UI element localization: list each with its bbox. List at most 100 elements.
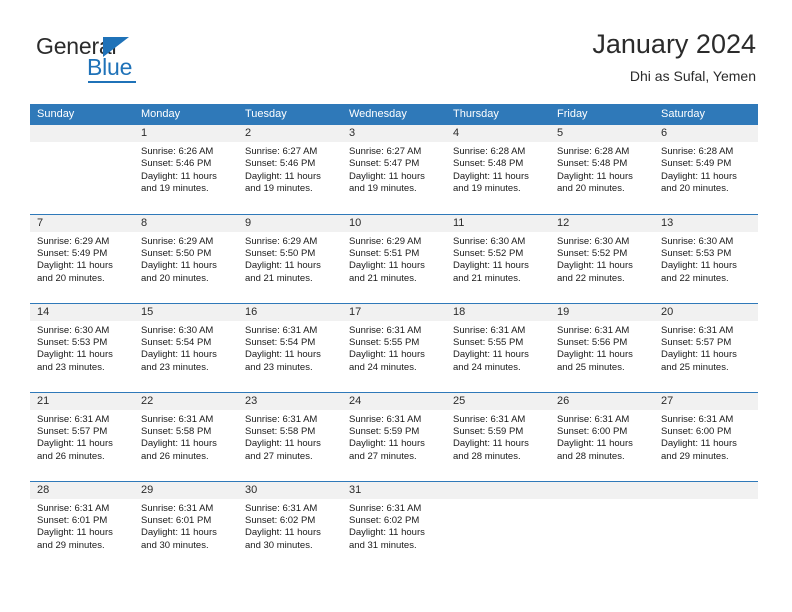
calendar-day-cell[interactable]: 22 Sunrise: 6:31 AM Sunset: 5:58 PM Dayligh… (134, 391, 238, 481)
sunset-text: Sunset: 5:55 PM (453, 336, 524, 348)
calendar-day-cell[interactable]: 19 Sunrise: 6:31 AM Sunset: 5:56 PM Dayligh… (550, 302, 654, 392)
calendar-day-cell[interactable]: 20 Sunrise: 6:31 AM Sunset: 5:57 PM Dayligh… (654, 302, 758, 392)
day-info: Sunrise: 6:27 AM Sunset: 5:47 PM Daylight:… (342, 142, 446, 196)
daylight-text-line1: Daylight: 11 hours (661, 438, 737, 450)
day-number: 30 (238, 481, 342, 499)
calendar-cell-inner: 7 Sunrise: 6:29 AM Sunset: 5:49 PM Daylight… (30, 214, 134, 303)
daylight-text-line2: and 22 minutes. (661, 272, 729, 284)
calendar-day-cell[interactable]: 16 Sunrise: 6:31 AM Sunset: 5:54 PM Dayligh… (238, 302, 342, 392)
day-number (30, 125, 134, 142)
daylight-text-line2: and 21 minutes. (245, 272, 313, 284)
calendar-day-cell[interactable]: 2 Sunrise: 6:27 AM Sunset: 5:46 PM Daylight… (238, 125, 342, 214)
calendar-day-cell[interactable]: 23 Sunrise: 6:31 AM Sunset: 5:58 PM Dayligh… (238, 391, 342, 481)
calendar-day-cell[interactable]: 30 Sunrise: 6:31 AM Sunset: 6:02 PM Dayligh… (238, 480, 342, 570)
calendar-cell-inner: 28 Sunrise: 6:31 AM Sunset: 6:01 PM Dayligh… (30, 481, 134, 571)
calendar-day-cell[interactable]: 24 Sunrise: 6:31 AM Sunset: 5:59 PM Dayligh… (342, 391, 446, 481)
weekday-header-saturday: Saturday (654, 104, 758, 125)
sunset-text: Sunset: 5:49 PM (37, 247, 108, 259)
day-number: 2 (238, 125, 342, 142)
day-info: Sunrise: 6:30 AM Sunset: 5:52 PM Daylight:… (446, 232, 550, 286)
calendar-day-cell[interactable]: 31 Sunrise: 6:31 AM Sunset: 6:02 PM Dayligh… (342, 480, 446, 570)
calendar-day-cell[interactable]: 11 Sunrise: 6:30 AM Sunset: 5:52 PM Dayligh… (446, 213, 550, 303)
calendar-cell-inner: 5 Sunrise: 6:28 AM Sunset: 5:48 PM Daylight… (550, 125, 654, 214)
calendar-day-cell[interactable]: 10 Sunrise: 6:29 AM Sunset: 5:51 PM Dayligh… (342, 213, 446, 303)
day-info: Sunrise: 6:27 AM Sunset: 5:46 PM Daylight:… (238, 142, 342, 196)
calendar-day-cell[interactable]: 5 Sunrise: 6:28 AM Sunset: 5:48 PM Daylight… (550, 125, 654, 214)
daylight-text-line2: and 21 minutes. (453, 272, 521, 284)
sunrise-text: Sunrise: 6:28 AM (557, 146, 630, 157)
calendar-day-cell[interactable]: 29 Sunrise: 6:31 AM Sunset: 6:01 PM Dayligh… (134, 480, 238, 571)
sunset-text: Sunset: 5:52 PM (453, 247, 524, 259)
day-number: 27 (654, 392, 758, 410)
calendar-day-cell[interactable]: 1 Sunrise: 6:26 AM Sunset: 5:46 PM Daylight… (134, 125, 238, 214)
day-info: Sunrise: 6:31 AM Sunset: 5:58 PM Daylight:… (134, 410, 238, 464)
sunset-text: Sunset: 5:59 PM (349, 425, 420, 437)
sunset-text: Sunset: 5:53 PM (37, 336, 108, 348)
day-number: 29 (134, 481, 238, 499)
sunset-text: Sunset: 5:46 PM (141, 158, 212, 170)
daylight-text-line2: and 19 minutes. (141, 183, 209, 195)
calendar-cell-empty (446, 480, 550, 570)
page-subtitle: Dhi as Sufal, Yemen (629, 68, 756, 84)
calendar-day-cell[interactable]: 25 Sunrise: 6:31 AM Sunset: 5:59 PM Dayligh… (446, 391, 550, 481)
calendar-cell-inner: 13 Sunrise: 6:30 AM Sunset: 5:53 PM Dayligh… (654, 214, 758, 303)
daylight-text-line1: Daylight: 11 hours (141, 349, 217, 361)
calendar-day-cell[interactable]: 6 Sunrise: 6:28 AM Sunset: 5:49 PM Daylight… (654, 125, 758, 214)
calendar-day-cell[interactable]: 8 Sunrise: 6:29 AM Sunset: 5:50 PM Daylight… (134, 213, 238, 303)
daylight-text-line2: and 25 minutes. (661, 361, 729, 373)
sunrise-text: Sunrise: 6:31 AM (453, 324, 526, 336)
calendar-day-cell[interactable]: 15 Sunrise: 6:30 AM Sunset: 5:54 PM Dayligh… (134, 302, 238, 392)
day-info: Sunrise: 6:30 AM Sunset: 5:53 PM Daylight:… (654, 232, 758, 286)
calendar-cell-inner: 20 Sunrise: 6:31 AM Sunset: 5:57 PM Dayligh… (654, 303, 758, 392)
calendar-day-cell[interactable]: 9 Sunrise: 6:29 AM Sunset: 5:50 PM Daylight… (238, 213, 342, 303)
daylight-text-line2: and 19 minutes. (349, 183, 417, 195)
calendar-cell-inner: 24 Sunrise: 6:31 AM Sunset: 5:59 PM Dayligh… (342, 392, 446, 481)
calendar-cell-inner: 8 Sunrise: 6:29 AM Sunset: 5:50 PM Daylight… (134, 214, 238, 303)
calendar-week-row: 28 Sunrise: 6:31 AM Sunset: 6:01 PM Dayligh… (30, 480, 758, 571)
day-info: Sunrise: 6:29 AM Sunset: 5:50 PM Daylight:… (134, 232, 238, 286)
day-info: Sunrise: 6:31 AM Sunset: 6:00 PM Daylight:… (654, 410, 758, 464)
daylight-text-line1: Daylight: 11 hours (245, 527, 321, 539)
daylight-text-line2: and 23 minutes. (245, 361, 313, 373)
daylight-text-line1: Daylight: 11 hours (349, 349, 425, 361)
day-number: 24 (342, 392, 446, 410)
day-info: Sunrise: 6:29 AM Sunset: 5:50 PM Daylight:… (238, 232, 342, 286)
day-number (446, 481, 550, 499)
calendar-day-cell[interactable]: 4 Sunrise: 6:28 AM Sunset: 5:48 PM Daylight… (446, 125, 550, 214)
calendar-day-cell[interactable]: 17 Sunrise: 6:31 AM Sunset: 5:55 PM Dayligh… (342, 302, 446, 392)
calendar-day-cell[interactable]: 14 Sunrise: 6:30 AM Sunset: 5:53 PM Dayligh… (30, 302, 134, 392)
sunrise-text: Sunrise: 6:30 AM (37, 324, 110, 336)
calendar-day-cell[interactable]: 28 Sunrise: 6:31 AM Sunset: 6:01 PM Dayligh… (30, 480, 134, 571)
weekday-header-monday: Monday (134, 104, 238, 125)
calendar-day-cell[interactable]: 3 Sunrise: 6:27 AM Sunset: 5:47 PM Daylight… (342, 125, 446, 214)
sunset-text: Sunset: 6:01 PM (37, 514, 108, 526)
day-number: 12 (550, 214, 654, 232)
calendar-day-cell[interactable]: 7 Sunrise: 6:29 AM Sunset: 5:49 PM Daylight… (30, 213, 134, 303)
daylight-text-line2: and 28 minutes. (557, 450, 625, 462)
daylight-text-line2: and 22 minutes. (557, 272, 625, 284)
daylight-text-line2: and 20 minutes. (141, 272, 209, 284)
calendar-day-cell[interactable]: 18 Sunrise: 6:31 AM Sunset: 5:55 PM Dayligh… (446, 302, 550, 392)
day-number: 28 (30, 481, 134, 499)
calendar-cell-inner: 12 Sunrise: 6:30 AM Sunset: 5:52 PM Dayligh… (550, 214, 654, 303)
calendar-cell-inner: 29 Sunrise: 6:31 AM Sunset: 6:01 PM Dayligh… (134, 481, 238, 571)
day-number: 10 (342, 214, 446, 232)
calendar-day-cell[interactable]: 12 Sunrise: 6:30 AM Sunset: 5:52 PM Dayligh… (550, 213, 654, 303)
calendar-day-cell[interactable]: 26 Sunrise: 6:31 AM Sunset: 6:00 PM Dayligh… (550, 391, 654, 481)
day-info: Sunrise: 6:31 AM Sunset: 5:59 PM Daylight:… (342, 410, 446, 464)
logo-underline (88, 81, 136, 83)
sunset-text: Sunset: 5:49 PM (661, 158, 732, 170)
calendar-day-cell[interactable]: 13 Sunrise: 6:30 AM Sunset: 5:53 PM Dayligh… (654, 213, 758, 303)
calendar-cell-inner: 4 Sunrise: 6:28 AM Sunset: 5:48 PM Daylight… (446, 125, 550, 214)
day-number: 6 (654, 125, 758, 142)
sunset-text: Sunset: 5:58 PM (141, 425, 212, 437)
daylight-text-line2: and 30 minutes. (245, 539, 313, 551)
day-info: Sunrise: 6:28 AM Sunset: 5:48 PM Daylight:… (550, 142, 654, 196)
calendar-day-cell[interactable]: 27 Sunrise: 6:31 AM Sunset: 6:00 PM Dayligh… (654, 391, 758, 481)
day-number: 31 (342, 481, 446, 499)
calendar-cell-inner (30, 125, 134, 214)
calendar-day-cell[interactable]: 21 Sunrise: 6:31 AM Sunset: 5:57 PM Dayligh… (30, 391, 134, 481)
daylight-text-line2: and 26 minutes. (37, 450, 105, 462)
sunrise-text: Sunrise: 6:28 AM (453, 146, 526, 157)
sunrise-text: Sunrise: 6:31 AM (245, 413, 318, 425)
